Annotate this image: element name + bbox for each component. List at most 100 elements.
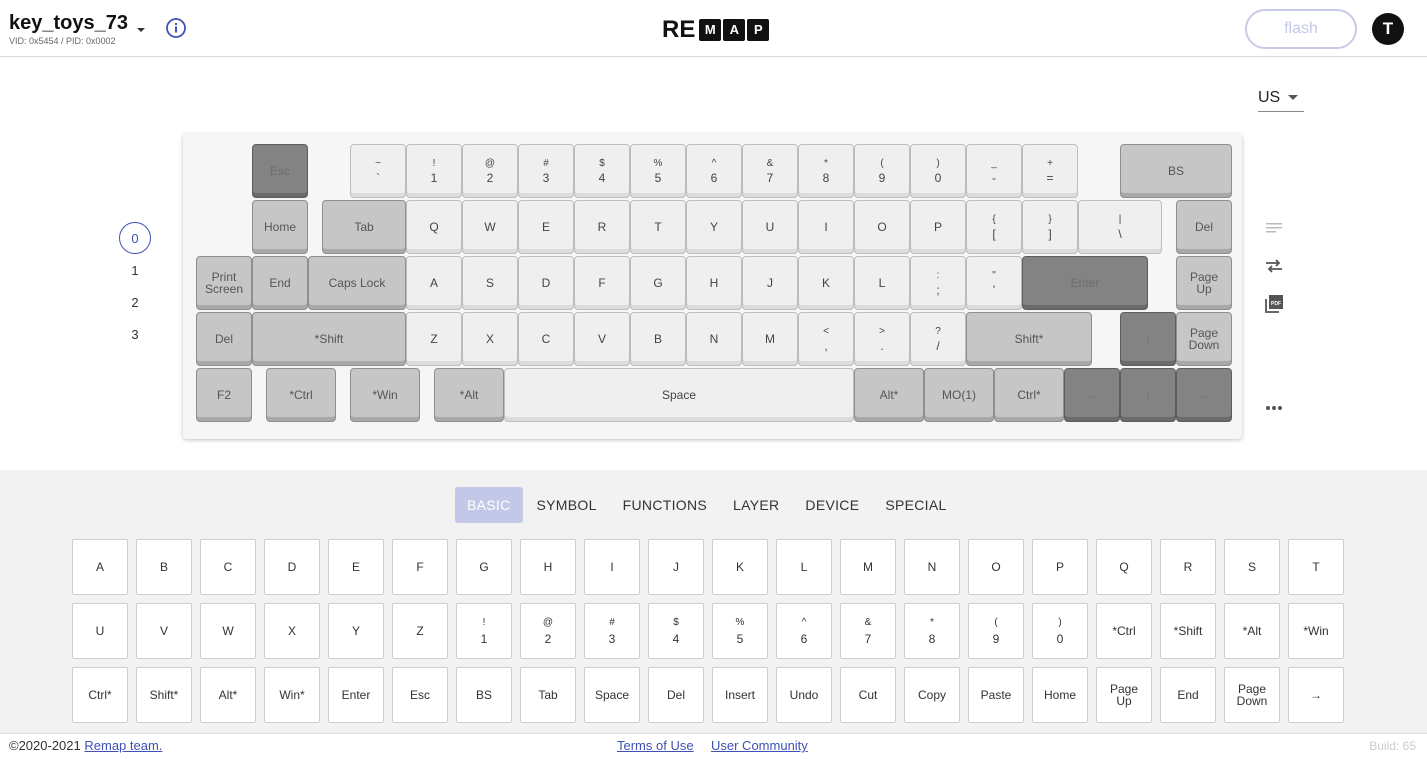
tab-special[interactable]: SPECIAL xyxy=(873,487,958,523)
key-p[interactable]: P xyxy=(910,200,966,254)
keycode-x[interactable]: X xyxy=(264,603,320,659)
keycode-insert[interactable]: Insert xyxy=(712,667,768,723)
key-8[interactable]: * 8 xyxy=(798,144,854,198)
key-h[interactable]: H xyxy=(686,256,742,310)
key-n[interactable]: N xyxy=(686,312,742,366)
keycode-f[interactable]: F xyxy=(392,539,448,595)
keycode-i[interactable]: I xyxy=(584,539,640,595)
keycode-b[interactable]: B xyxy=(136,539,192,595)
keycode-end[interactable]: End xyxy=(1160,667,1216,723)
pdf-icon[interactable]: PDF xyxy=(1262,292,1286,316)
key-symbol[interactable]: }] xyxy=(1022,200,1078,254)
flash-button[interactable]: flash xyxy=(1245,9,1357,49)
key-symbol[interactable]: {[ xyxy=(966,200,1022,254)
layer-0[interactable]: 0 xyxy=(118,222,152,254)
key-t[interactable]: T xyxy=(630,200,686,254)
key-0[interactable]: ) 0 xyxy=(910,144,966,198)
keycode-right-arrow[interactable]: → xyxy=(1288,667,1344,723)
keycode-0[interactable]: ) 0 xyxy=(1032,603,1088,659)
keycode-bs[interactable]: BS xyxy=(456,667,512,723)
key-space[interactable]: Space xyxy=(504,368,854,422)
keycode-r[interactable]: R xyxy=(1160,539,1216,595)
keycode-paste[interactable]: Paste xyxy=(968,667,1024,723)
key-v[interactable]: V xyxy=(574,312,630,366)
key-left-arrow[interactable]: ← xyxy=(1064,368,1120,422)
keycode-space[interactable]: Space xyxy=(584,667,640,723)
keycode-c[interactable]: C xyxy=(200,539,256,595)
key-page-down[interactable]: Page Down xyxy=(1176,312,1232,366)
keycode-alt[interactable]: *Alt xyxy=(1224,603,1280,659)
keycode-u[interactable]: U xyxy=(72,603,128,659)
layer-1[interactable]: 1 xyxy=(118,254,152,286)
key-symbol[interactable]: " ' xyxy=(966,256,1022,310)
keycode-g[interactable]: G xyxy=(456,539,512,595)
info-icon[interactable] xyxy=(165,17,187,39)
key-symbol[interactable]: + = xyxy=(1022,144,1078,198)
key-s[interactable]: S xyxy=(462,256,518,310)
keycode-l[interactable]: L xyxy=(776,539,832,595)
keycode-6[interactable]: ^ 6 xyxy=(776,603,832,659)
keycode-ctrl[interactable]: *Ctrl xyxy=(1096,603,1152,659)
keycode-alt[interactable]: Alt* xyxy=(200,667,256,723)
key-m[interactable]: M xyxy=(742,312,798,366)
key-7[interactable]: & 7 xyxy=(742,144,798,198)
key-x[interactable]: X xyxy=(462,312,518,366)
key-ctrl[interactable]: *Ctrl xyxy=(266,368,336,422)
key-4[interactable]: $4 xyxy=(574,144,630,198)
tab-functions[interactable]: FUNCTIONS xyxy=(611,487,719,523)
key-i[interactable]: I xyxy=(798,200,854,254)
keycode-j[interactable]: J xyxy=(648,539,704,595)
keycode-e[interactable]: E xyxy=(328,539,384,595)
key-tab[interactable]: Tab xyxy=(322,200,406,254)
keycode-esc[interactable]: Esc xyxy=(392,667,448,723)
keycode-p[interactable]: P xyxy=(1032,539,1088,595)
key-del[interactable]: Del xyxy=(196,312,252,366)
keycode-shift[interactable]: *Shift xyxy=(1160,603,1216,659)
key-up-arrow[interactable]: ↑ xyxy=(1120,312,1176,366)
key-alt[interactable]: *Alt xyxy=(434,368,504,422)
key-w[interactable]: W xyxy=(462,200,518,254)
keycode-8[interactable]: * 8 xyxy=(904,603,960,659)
keycode-t[interactable]: T xyxy=(1288,539,1344,595)
key-symbol[interactable]: _ - xyxy=(966,144,1022,198)
keycode-z[interactable]: Z xyxy=(392,603,448,659)
keycode-k[interactable]: K xyxy=(712,539,768,595)
keyboard-name[interactable]: key_toys_73 xyxy=(9,12,128,35)
key-caps-lock[interactable]: Caps Lock xyxy=(308,256,406,310)
keycode-a[interactable]: A xyxy=(72,539,128,595)
key-j[interactable]: J xyxy=(742,256,798,310)
key-9[interactable]: (9 xyxy=(854,144,910,198)
keycode-n[interactable]: N xyxy=(904,539,960,595)
key-mo-1[interactable]: MO(1) xyxy=(924,368,994,422)
key-u[interactable]: U xyxy=(742,200,798,254)
key-q[interactable]: Q xyxy=(406,200,462,254)
key-3[interactable]: #3 xyxy=(518,144,574,198)
layer-3[interactable]: 3 xyxy=(118,318,152,350)
key-symbol[interactable]: | \ xyxy=(1078,200,1162,254)
layer-2[interactable]: 2 xyxy=(118,286,152,318)
key-6[interactable]: ^ 6 xyxy=(686,144,742,198)
key-symbol[interactable]: :; xyxy=(910,256,966,310)
keycode-o[interactable]: O xyxy=(968,539,1024,595)
key-d[interactable]: D xyxy=(518,256,574,310)
key-y[interactable]: Y xyxy=(686,200,742,254)
keycode-copy[interactable]: Copy xyxy=(904,667,960,723)
key-f2[interactable]: F2 xyxy=(196,368,252,422)
key-5[interactable]: % 5 xyxy=(630,144,686,198)
key-del[interactable]: Del xyxy=(1176,200,1232,254)
keycode-del[interactable]: Del xyxy=(648,667,704,723)
notes-icon[interactable] xyxy=(1262,216,1286,240)
keycode-ctrl[interactable]: Ctrl* xyxy=(72,667,128,723)
terms-link[interactable]: Terms of Use xyxy=(617,738,694,753)
keycode-y[interactable]: Y xyxy=(328,603,384,659)
key-z[interactable]: Z xyxy=(406,312,462,366)
remap-team-link[interactable]: Remap team. xyxy=(84,738,162,753)
keycode-7[interactable]: & 7 xyxy=(840,603,896,659)
key-ctrl[interactable]: Ctrl* xyxy=(994,368,1064,422)
key-a[interactable]: A xyxy=(406,256,462,310)
keycode-1[interactable]: ! 1 xyxy=(456,603,512,659)
tab-layer[interactable]: LAYER xyxy=(721,487,791,523)
key-enter[interactable]: Enter xyxy=(1022,256,1148,310)
more-icon[interactable] xyxy=(1262,396,1286,420)
key-l[interactable]: L xyxy=(854,256,910,310)
